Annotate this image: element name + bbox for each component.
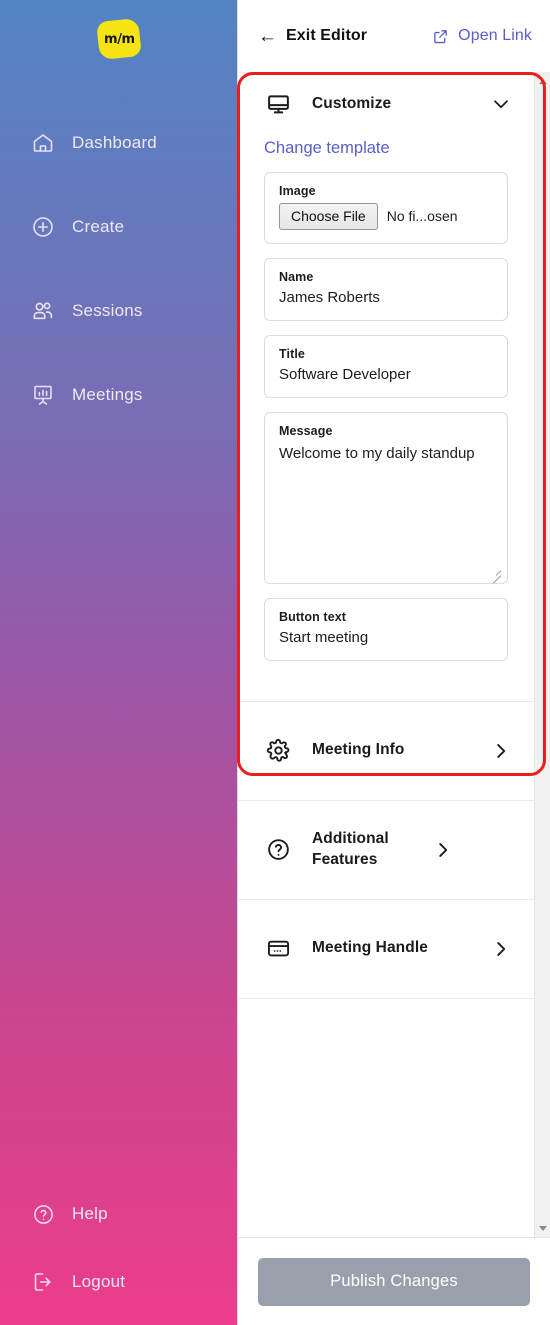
button-text-input[interactable] [279,628,493,646]
textarea-resize-handle[interactable] [488,565,502,584]
sidebar-item-label: Sessions [72,301,143,320]
sidebar-item-label: Help [72,1204,108,1223]
users-icon [30,298,56,324]
section-title-meeting-info: Meeting Info [312,741,405,759]
exit-editor-label: Exit Editor [286,27,368,44]
scroll-up-arrow-icon[interactable] [534,73,550,90]
sidebar-item-label: Meetings [72,385,143,404]
sidebar-item-dashboard[interactable]: Dashboard [0,122,237,164]
chevron-right-icon[interactable] [490,938,512,960]
sidebar-item-meetings[interactable]: Meetings [0,374,237,416]
sidebar-bottom-nav: Help Logout [0,1193,237,1303]
section-header-meeting-handle[interactable]: Meeting Handle [238,899,534,998]
chevron-down-icon[interactable] [490,93,512,115]
sidebar: m/m Dashboard Create Sessions Meetings H… [0,0,237,1325]
scroll-empty-space [238,998,534,1169]
section-header-additional-features[interactable]: Additional Features [238,800,534,899]
arrow-left-icon: ← [258,25,277,47]
sidebar-nav: Dashboard Create Sessions Meetings [0,122,237,458]
field-image: Image Choose File No fi...osen [264,172,508,244]
field-label-title: Title [279,346,305,361]
field-label-button-text: Button text [279,609,347,624]
change-template-link[interactable]: Change template [264,139,390,158]
section-title-meeting-handle: Meeting Handle [312,939,428,957]
title-input[interactable] [279,365,493,383]
section-title-additional-features: Additional Features [312,829,389,868]
gear-icon [264,737,292,765]
field-label-name: Name [279,269,314,284]
question-circle-icon [30,1201,56,1227]
name-input[interactable] [279,288,493,306]
editor-scroll-content: Customize Change template Image Choose F… [238,73,534,1237]
field-title: Title [264,334,508,398]
sidebar-item-create[interactable]: Create [0,206,237,248]
presentation-chart-icon [30,382,56,408]
brand-logo[interactable]: m/m [0,17,237,61]
logo-badge-shape: m/m [95,17,142,61]
section-title-customize: Customize [312,94,392,112]
desktop-monitor-icon [264,90,292,118]
field-label-message: Message [279,423,333,438]
section-header-meeting-info[interactable]: Meeting Info [238,701,534,800]
logo-text: m/m [103,31,134,47]
exit-editor-button[interactable]: ← Exit Editor [258,27,367,46]
editor-main-panel: ← Exit Editor Open Link Customize Change… [237,0,550,1325]
open-link-button[interactable]: Open Link [432,27,532,45]
editor-app: m/m Dashboard Create Sessions Meetings H… [0,0,550,1325]
sidebar-item-label: Create [72,217,125,236]
editor-scroll-area: Customize Change template Image Choose F… [238,72,550,1237]
home-icon [30,130,56,156]
vertical-scrollbar[interactable] [534,73,550,1237]
chevron-right-icon[interactable] [490,740,512,762]
publish-changes-button[interactable]: Publish Changes [258,1257,530,1306]
field-label-image: Image [279,184,316,198]
field-name: Name [264,257,508,321]
editor-topbar: ← Exit Editor Open Link [238,0,550,72]
external-link-icon [432,28,449,45]
section-body-customize: Change template Image Choose File No fi.… [238,135,534,701]
section-header-customize[interactable]: Customize [238,73,534,135]
file-input-row: Choose File No fi...osen [279,203,493,230]
field-message: Message Welcome to my daily standup [264,411,508,584]
sidebar-item-logout[interactable]: Logout [0,1261,237,1303]
editor-footer: Publish Changes [238,1237,550,1325]
sidebar-item-sessions[interactable]: Sessions [0,290,237,332]
choose-file-button[interactable]: Choose File [279,203,378,230]
open-link-label: Open Link [458,27,532,44]
message-textarea[interactable]: Welcome to my daily standup [279,442,493,563]
sidebar-item-help[interactable]: Help [0,1193,237,1235]
sidebar-item-label: Dashboard [72,133,157,152]
question-circle-icon [264,836,292,864]
logout-icon [30,1269,56,1295]
scroll-down-arrow-icon[interactable] [534,1220,550,1237]
card-icon [264,935,292,963]
plus-circle-icon [30,214,56,240]
chevron-right-icon[interactable] [432,839,454,861]
sidebar-item-label: Logout [72,1272,126,1291]
file-status-text: No fi...osen [386,208,458,225]
field-button-text: Button text [264,597,508,661]
